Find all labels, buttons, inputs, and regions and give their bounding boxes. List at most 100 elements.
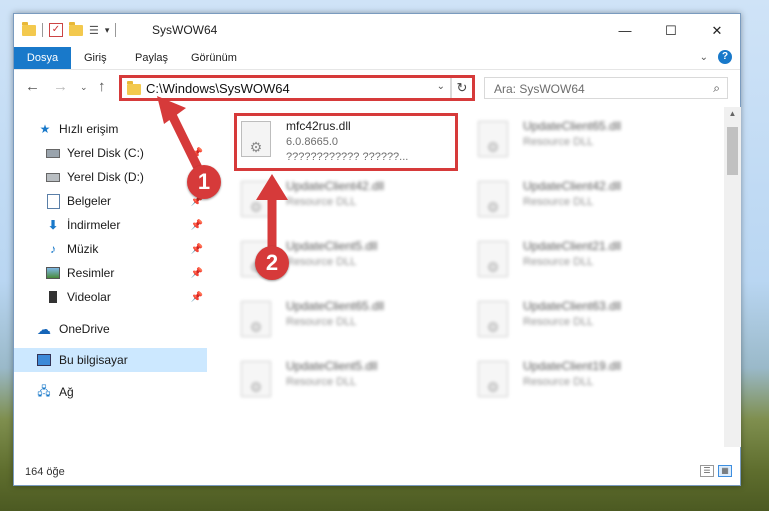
explorer-window: ✓ ☰ ▾ SysWOW64 — ☐ ✕ Dosya Giriş Paylaş … [13, 13, 741, 486]
drive-icon [46, 171, 60, 183]
sidebar-item-label: Yerel Disk (D:) [67, 170, 144, 184]
pin-icon[interactable]: 📌 [191, 220, 203, 231]
window-title: SysWOW64 [152, 23, 218, 37]
vertical-scrollbar[interactable]: ▲ [724, 107, 741, 447]
title-bar: ✓ ☰ ▾ SysWOW64 — ☐ ✕ [14, 14, 740, 47]
gear-file-icon: ⚙ [478, 121, 508, 157]
file-description: Resource DLL [523, 136, 594, 148]
back-arrow-icon[interactable]: ← [25, 78, 40, 95]
file-description: Resource DLL [523, 196, 594, 208]
sidebar-item-network[interactable]: 🖧 Ağ [14, 380, 207, 404]
file-description: Resource DLL [523, 316, 594, 328]
download-icon: ⬇ [47, 218, 59, 232]
search-input[interactable]: Ara: SysWOW64 ⌕ [484, 77, 728, 99]
recent-locations-icon[interactable]: ⌄ [80, 82, 88, 93]
sidebar-item-quick-access[interactable]: ★ Hızlı erişim [14, 117, 207, 141]
toolbar-separator [115, 23, 117, 37]
details-view-icon[interactable]: ☰ [700, 465, 714, 477]
sidebar-item-documents[interactable]: Belgeler 📌 [14, 189, 207, 213]
file-description: Resource DLL [286, 316, 357, 328]
sidebar-item-label: Resimler [67, 266, 115, 280]
status-bar: 164 öğe ☰ ▦ [14, 459, 740, 485]
list-item[interactable]: ⚙ UpdateClient42.dll Resource DLL [472, 173, 702, 227]
pin-icon[interactable]: 📌 [191, 244, 203, 255]
tab-share[interactable]: Paylaş [135, 47, 168, 69]
file-item-mfc42rus[interactable]: ⚙ mfc42rus.dll 6.0.8665.0 ???????????? ?… [235, 113, 465, 167]
minimize-button[interactable]: — [602, 14, 648, 47]
up-arrow-icon[interactable]: ↑ [98, 78, 106, 95]
close-button[interactable]: ✕ [694, 14, 740, 47]
address-bar[interactable]: C:\Windows\SysWOW64 ⌄ [121, 77, 451, 99]
refresh-button[interactable]: ↻ [451, 77, 473, 99]
sidebar-item-label: Yerel Disk (C:) [67, 146, 144, 160]
gear-file-icon: ⚙ [478, 301, 508, 337]
callout-step-2: 2 [255, 246, 289, 280]
star-icon: ★ [39, 122, 51, 136]
file-name: UpdateClient5.dll [286, 239, 378, 253]
properties-icon[interactable]: ✓ [49, 23, 63, 37]
gear-file-icon: ⚙ [478, 241, 508, 277]
search-placeholder: Ara: SysWOW64 [494, 82, 585, 96]
video-icon [46, 291, 60, 303]
scroll-up-icon[interactable]: ▲ [724, 107, 741, 121]
sidebar-item-videos[interactable]: Videolar 📌 [14, 285, 207, 309]
view-switcher: ☰ ▦ [700, 465, 732, 477]
sidebar-item-label: Belgeler [67, 194, 112, 208]
sidebar-item-onedrive[interactable]: ☁ OneDrive [14, 317, 207, 341]
computer-icon [37, 354, 51, 366]
sidebar-item-label: Bu bilgisayar [59, 353, 128, 367]
pin-icon[interactable]: 📌 [191, 268, 203, 279]
file-description: Resource DLL [523, 256, 594, 268]
ribbon-tabs: Dosya Giriş Paylaş Görünüm ⌄ ? [14, 47, 740, 70]
list-item[interactable]: ⚙ UpdateClient65.dll Resource DLL [472, 113, 702, 167]
sidebar-item-disk-d[interactable]: Yerel Disk (D:) 📌 [14, 165, 207, 189]
file-description: Resource DLL [286, 376, 357, 388]
gear-file-icon: ⚙ [478, 361, 508, 397]
gear-file-icon: ⚙ [478, 181, 508, 217]
tiles-view-icon[interactable]: ▦ [718, 465, 732, 477]
tab-file[interactable]: Dosya [14, 47, 71, 69]
pin-icon[interactable]: 📌 [191, 292, 203, 303]
maximize-button[interactable]: ☐ [648, 14, 694, 47]
music-icon: ♪ [50, 242, 56, 256]
sidebar-item-label: Hızlı erişim [59, 122, 119, 136]
callout-step-1: 1 [187, 165, 221, 199]
sidebar-item-this-pc[interactable]: Bu bilgisayar [14, 348, 207, 372]
file-name: UpdateClient19.dll [523, 359, 622, 373]
sidebar-item-music[interactable]: ♪ Müzik 📌 [14, 237, 207, 261]
list-item[interactable]: ⚙ UpdateClient21.dll Resource DLL [472, 233, 702, 287]
customize-toolbar-icon[interactable]: ▾ [105, 25, 110, 36]
sidebar-item-pictures[interactable]: Resimler 📌 [14, 261, 207, 285]
sidebar-item-disk-c[interactable]: Yerel Disk (C:) 📌 [14, 141, 207, 165]
list-item[interactable]: ⚙ UpdateClient19.dll Resource DLL [472, 353, 702, 407]
file-name: UpdateClient63.dll [523, 299, 622, 313]
forward-arrow-icon[interactable]: → [53, 78, 68, 95]
new-folder-icon[interactable] [69, 21, 83, 36]
list-item[interactable]: ⚙ UpdateClient5.dll Resource DLL [235, 353, 465, 407]
chevron-down-icon[interactable]: ⌄ [437, 81, 445, 92]
file-list: ⚙ mfc42rus.dll 6.0.8665.0 ???????????? ?… [221, 107, 721, 447]
tab-home[interactable]: Giriş [84, 47, 107, 69]
file-name: UpdateClient21.dll [523, 239, 622, 253]
scroll-thumb[interactable] [727, 127, 738, 175]
sidebar-item-downloads[interactable]: ⬇ İndirmeler 📌 [14, 213, 207, 237]
list-item[interactable]: ⚙ UpdateClient42.dll Resource DLL [235, 173, 465, 227]
list-icon[interactable]: ☰ [89, 24, 99, 37]
cloud-icon: ☁ [37, 320, 51, 337]
list-item[interactable]: ⚙ UpdateClient65.dll Resource DLL [235, 293, 465, 347]
tab-view[interactable]: Görünüm [191, 47, 237, 69]
pin-icon[interactable]: 📌 [191, 148, 203, 159]
list-item[interactable]: ⚙ UpdateClient63.dll Resource DLL [472, 293, 702, 347]
file-description: ???????????? ??????... [286, 151, 409, 163]
expand-ribbon-icon[interactable]: ⌄ [700, 52, 708, 63]
file-version: 6.0.8665.0 [286, 136, 338, 148]
file-name: UpdateClient65.dll [523, 119, 622, 133]
help-icon[interactable]: ? [718, 50, 732, 64]
file-name: UpdateClient42.dll [523, 179, 622, 193]
sidebar-item-label: İndirmeler [67, 218, 121, 232]
file-description: Resource DLL [286, 256, 357, 268]
window-controls: — ☐ ✕ [602, 14, 740, 47]
navigation-bar: ← → ⌄ ↑ C:\Windows\SysWOW64 ⌄ ↻ Ara: Sys… [14, 70, 740, 106]
address-path: C:\Windows\SysWOW64 [146, 81, 290, 96]
quick-access-toolbar: ✓ ☰ ▾ [22, 21, 117, 37]
